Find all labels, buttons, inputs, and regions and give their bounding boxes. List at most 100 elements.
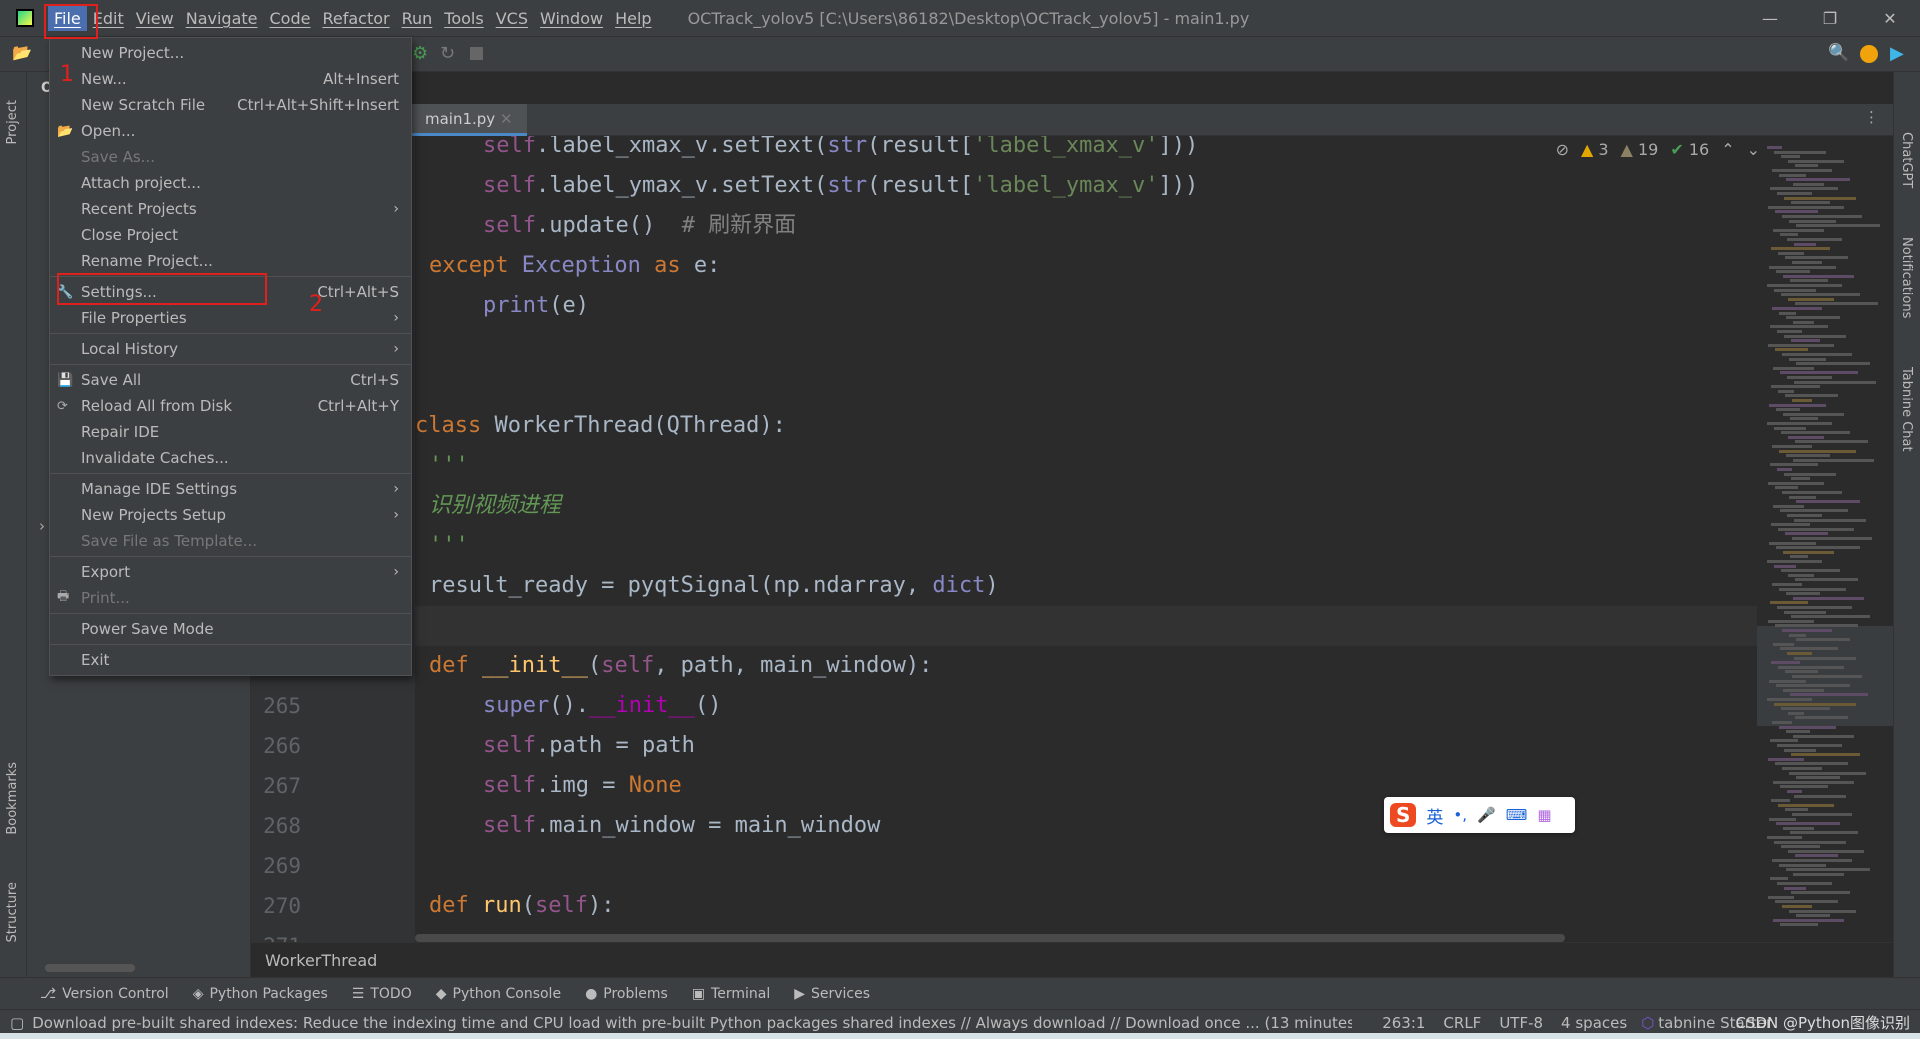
- menu-run[interactable]: Run: [396, 6, 439, 31]
- code-line[interactable]: [415, 606, 1757, 646]
- file-menu-item[interactable]: Attach project...: [50, 170, 411, 196]
- file-menu-item[interactable]: Save File as Template...: [50, 528, 411, 554]
- file-menu-item[interactable]: New Projects Setup ›: [50, 502, 411, 528]
- file-menu-item[interactable]: ⟳ Reload All from Disk Ctrl+Alt+Y: [50, 393, 411, 419]
- warning-count[interactable]: ▲ 19: [1621, 140, 1659, 159]
- file-menu-item[interactable]: Power Save Mode: [50, 616, 411, 642]
- ime-toolbar[interactable]: S 英 •, 🎤 ⌨ ▦: [1384, 797, 1575, 833]
- code-line[interactable]: except Exception as e:: [415, 246, 1757, 286]
- error-count[interactable]: ▲ 3: [1581, 140, 1609, 159]
- file-menu-item[interactable]: Save As...: [50, 144, 411, 170]
- code-line[interactable]: def run(self):: [415, 886, 1757, 926]
- code-line[interactable]: def __init__(self, path, main_window):: [415, 646, 1757, 686]
- line-separator[interactable]: CRLF: [1443, 1014, 1481, 1032]
- code-line[interactable]: class WorkerThread(QThread):: [415, 406, 1757, 446]
- menu-help[interactable]: Help: [609, 6, 657, 31]
- menu-navigate[interactable]: Navigate: [180, 6, 264, 31]
- tool-window-version-control[interactable]: ⎇ Version Control: [40, 986, 169, 1002]
- menu-refactor[interactable]: Refactor: [316, 6, 395, 31]
- file-menu-item[interactable]: Local History ›: [50, 336, 411, 362]
- menu-window[interactable]: Window: [534, 6, 609, 31]
- file-menu-item[interactable]: Rename Project...: [50, 248, 411, 274]
- code-line[interactable]: super().__init__(): [415, 686, 1757, 726]
- minimap-mark: [1794, 380, 1876, 384]
- file-menu-item[interactable]: New Project...: [50, 40, 411, 66]
- file-menu-item[interactable]: New Scratch File Ctrl+Alt+Shift+Insert: [50, 92, 411, 118]
- ime-punct[interactable]: •,: [1453, 806, 1467, 824]
- tool-window-python-packages[interactable]: ◈ Python Packages: [193, 986, 328, 1002]
- expand-chevron-icon[interactable]: ›: [39, 517, 45, 535]
- restore-button[interactable]: ❐: [1800, 9, 1860, 28]
- file-menu-item[interactable]: Exit: [50, 647, 411, 673]
- close-tab-icon[interactable]: ✕: [500, 110, 513, 128]
- file-menu-item[interactable]: Manage IDE Settings ›: [50, 476, 411, 502]
- debug-icon[interactable]: ⚙: [412, 43, 428, 64]
- minimap-mark: [1781, 293, 1860, 297]
- microphone-icon[interactable]: 🎤: [1477, 806, 1496, 824]
- code-line[interactable]: result_ready = pyqtSignal(np.ndarray, di…: [415, 566, 1757, 606]
- tool-window-problems[interactable]: ● Problems: [585, 986, 668, 1002]
- file-menu-item[interactable]: 📂 Open...: [50, 118, 411, 144]
- status-message[interactable]: Download pre-built shared indexes: Reduc…: [32, 1014, 1352, 1032]
- code-line[interactable]: [415, 846, 1757, 886]
- code-line[interactable]: self.update() # 刷新界面: [415, 206, 1757, 246]
- plugin-icon[interactable]: ▶: [1890, 43, 1904, 64]
- chatgpt-tool-button[interactable]: ChatGPT: [1899, 132, 1914, 188]
- tab-main1-py[interactable]: main1.py ✕: [411, 104, 527, 136]
- file-menu-item[interactable]: 🖶 Print...: [50, 585, 411, 611]
- minimize-button[interactable]: —: [1740, 9, 1800, 28]
- tool-window-terminal[interactable]: ▣ Terminal: [692, 986, 770, 1002]
- horizontal-scrollbar[interactable]: [415, 934, 1565, 942]
- prev-problem-icon[interactable]: ⌃: [1721, 140, 1734, 159]
- tabnine-tool-button[interactable]: Tabnine Chat: [1899, 367, 1914, 452]
- file-menu-item[interactable]: Repair IDE: [50, 419, 411, 445]
- caret-position[interactable]: 263:1: [1382, 1014, 1425, 1032]
- ime-language[interactable]: 英: [1426, 803, 1443, 828]
- update-icon[interactable]: [1860, 45, 1878, 63]
- file-menu-item[interactable]: Close Project: [50, 222, 411, 248]
- project-scrollbar[interactable]: [45, 964, 135, 972]
- minimap[interactable]: [1757, 136, 1893, 942]
- file-menu-item[interactable]: New... Alt+Insert: [50, 66, 411, 92]
- more-options-icon[interactable]: ⋮: [1864, 108, 1879, 126]
- file-encoding[interactable]: UTF-8: [1499, 1014, 1543, 1032]
- code-line[interactable]: 识别视频进程: [415, 486, 1757, 526]
- close-window-button[interactable]: ✕: [1860, 9, 1920, 28]
- search-icon[interactable]: 🔍: [1828, 43, 1849, 63]
- breadcrumb[interactable]: WorkerThread: [251, 942, 1893, 977]
- code-line[interactable]: [415, 326, 1757, 366]
- indent-setting[interactable]: 4 spaces: [1561, 1014, 1627, 1032]
- menu-view[interactable]: View: [130, 6, 180, 31]
- file-menu-item[interactable]: File Properties ›: [50, 305, 411, 331]
- structure-tool-button[interactable]: Structure: [5, 882, 20, 942]
- stop-icon[interactable]: [470, 47, 483, 60]
- tool-window-todo[interactable]: ☰ TODO: [352, 986, 412, 1002]
- menu-vcs[interactable]: VCS: [490, 6, 534, 31]
- toolbox-icon[interactable]: ▦: [1537, 806, 1551, 824]
- project-tool-button[interactable]: Project: [5, 100, 20, 144]
- tool-window-services[interactable]: ▶ Services: [794, 986, 870, 1002]
- code-line[interactable]: ''': [415, 526, 1757, 566]
- open-folder-icon[interactable]: 📂: [12, 43, 32, 62]
- code-line[interactable]: print(e): [415, 286, 1757, 326]
- menu-tools[interactable]: Tools: [438, 6, 489, 31]
- file-menu-item[interactable]: 💾 Save All Ctrl+S: [50, 367, 411, 393]
- bookmarks-tool-button[interactable]: Bookmarks: [5, 762, 20, 835]
- tool-window-python-console[interactable]: ◆ Python Console: [436, 986, 561, 1002]
- file-menu-item[interactable]: Recent Projects ›: [50, 196, 411, 222]
- file-menu-item[interactable]: Invalidate Caches...: [50, 445, 411, 471]
- profile-icon[interactable]: ↻: [440, 43, 455, 64]
- code-line[interactable]: self.path = path: [415, 726, 1757, 766]
- code-line[interactable]: [415, 366, 1757, 406]
- keyboard-icon[interactable]: ⌨: [1506, 806, 1528, 824]
- notifications-tool-button[interactable]: Notifications: [1899, 237, 1914, 318]
- file-menu-item[interactable]: Export ›: [50, 559, 411, 585]
- menu-separator: [50, 556, 411, 557]
- code-line[interactable]: self.label_ymax_v.setText(str(result['la…: [415, 166, 1757, 206]
- typo-count[interactable]: ✔ 16: [1670, 140, 1709, 159]
- code-line[interactable]: ''': [415, 446, 1757, 486]
- status-toggle-icon[interactable]: ▢: [10, 1014, 24, 1032]
- inspection-widget[interactable]: ⊘ ▲ 3 ▲ 19 ✔ 16 ⌃ ⌄: [1556, 140, 1760, 159]
- menu-code[interactable]: Code: [264, 6, 317, 31]
- reader-mode-icon[interactable]: ⊘: [1556, 140, 1569, 159]
